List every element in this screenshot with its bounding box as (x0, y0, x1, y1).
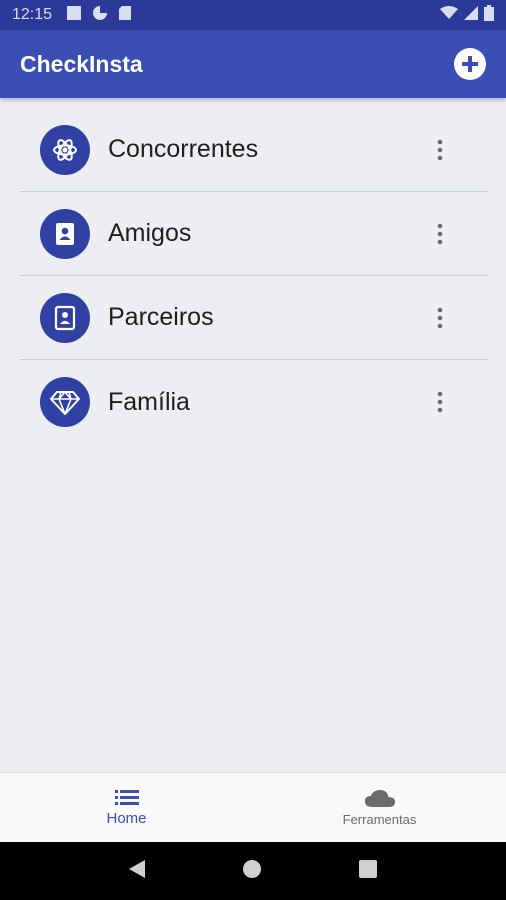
tab-ferramentas-label: Ferramentas (342, 812, 417, 827)
cloud-icon (364, 790, 395, 807)
more-options-button[interactable] (428, 135, 452, 165)
add-button[interactable] (454, 48, 486, 80)
sd-card-icon (118, 5, 132, 26)
list-item-label: Amigos (108, 219, 192, 247)
more-vert-icon (437, 223, 443, 244)
status-bar: 12:15 (0, 0, 506, 30)
add-circle-icon (462, 56, 478, 72)
app-bar: CheckInsta (0, 30, 506, 98)
list-item-parceiros[interactable]: Parceiros (20, 276, 488, 360)
tab-ferramentas[interactable]: Ferramentas (253, 773, 506, 842)
more-options-button[interactable] (428, 387, 452, 417)
avatar (40, 377, 90, 427)
list-item-amigos[interactable]: Amigos (20, 192, 488, 276)
list-item-label: Família (108, 387, 190, 416)
home-circle-icon (243, 859, 261, 878)
list-item-label: Parceiros (108, 303, 214, 331)
stop-square-icon (66, 5, 82, 26)
data-saver-icon (92, 5, 108, 26)
tab-home-label: Home (106, 810, 147, 827)
recents-square-icon (359, 859, 377, 878)
back-triangle-icon (129, 859, 145, 878)
more-vert-icon (437, 307, 443, 328)
recents-button[interactable] (358, 859, 378, 884)
avatar (40, 124, 90, 175)
list-item-familia[interactable]: Família (20, 360, 488, 444)
wifi-icon (440, 5, 458, 25)
list-item-label: Concorrentes (108, 135, 259, 163)
more-options-button[interactable] (428, 303, 452, 333)
back-button[interactable] (128, 859, 146, 884)
avatar (40, 208, 90, 259)
list-icon (114, 790, 139, 805)
contacts-book-icon (56, 222, 74, 245)
home-button[interactable] (242, 859, 262, 884)
diamond-icon (50, 391, 80, 415)
more-options-button[interactable] (428, 219, 452, 249)
avatar (40, 292, 90, 343)
system-navigation-bar (0, 842, 506, 900)
atom-icon (53, 138, 77, 161)
app-title: CheckInsta (20, 50, 143, 77)
more-vert-icon (437, 139, 443, 160)
list-item-concorrentes[interactable]: Concorrentes (20, 108, 488, 192)
contact-card-icon (54, 305, 76, 330)
status-icons-right (440, 4, 494, 26)
status-time: 12:15 (12, 6, 53, 23)
more-vert-icon (437, 391, 443, 413)
tab-home[interactable]: Home (0, 773, 253, 842)
battery-icon (484, 4, 494, 26)
group-list: Concorrentes Amigos Parceiros Família (20, 108, 488, 444)
cell-signal-icon (464, 5, 478, 25)
bottom-navigation: Home Ferramentas (0, 772, 506, 842)
